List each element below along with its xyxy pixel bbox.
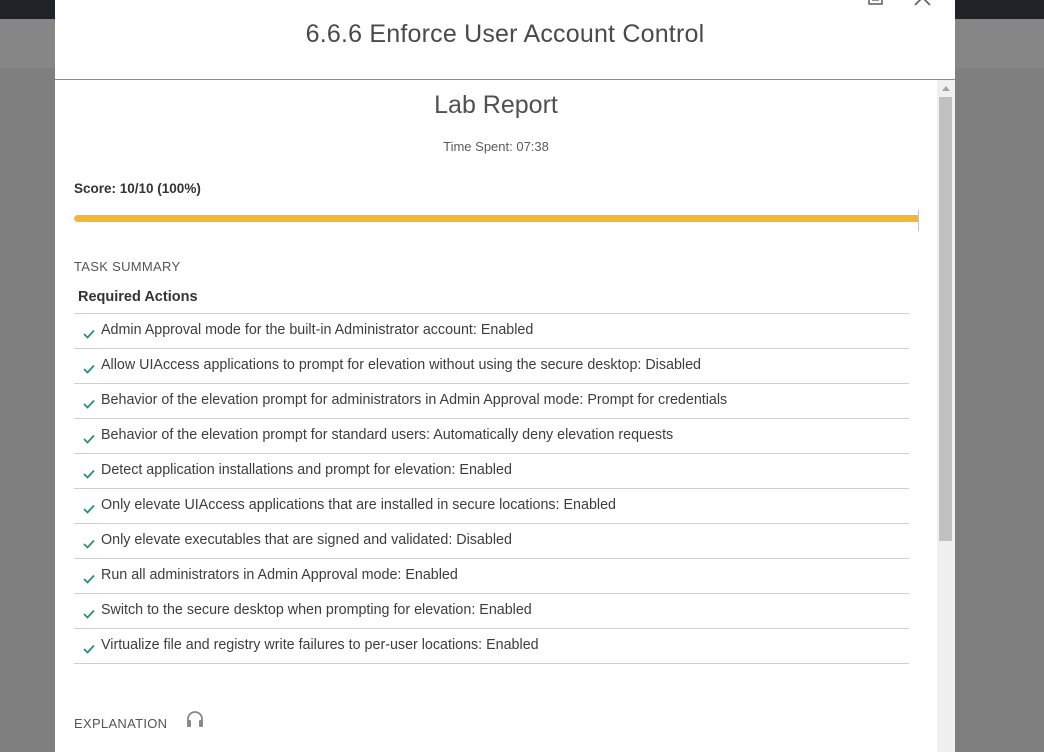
task-item: Behavior of the elevation prompt for adm… <box>74 383 909 418</box>
headphones-icon[interactable] <box>185 710 205 733</box>
score-progress-fill <box>74 215 918 222</box>
task-text: Only elevate UIAccess applications that … <box>101 497 616 513</box>
time-spent: Time Spent: 07:38 <box>443 139 549 154</box>
checkmark-icon <box>83 396 95 414</box>
task-text: Allow UIAccess applications to prompt fo… <box>101 357 701 373</box>
task-summary-heading: TASK SUMMARY <box>74 259 181 274</box>
task-item: Switch to the secure desktop when prompt… <box>74 593 909 628</box>
scrollbar-thumb[interactable] <box>939 97 952 541</box>
task-item: Run all administrators in Admin Approval… <box>74 558 909 593</box>
task-text: Virtualize file and registry write failu… <box>101 637 539 653</box>
report-title: Lab Report <box>434 91 558 119</box>
task-list: Admin Approval mode for the built-in Adm… <box>74 313 909 664</box>
task-item: Admin Approval mode for the built-in Adm… <box>74 313 909 348</box>
lab-report-modal: 6.6.6 Enforce User Account Control Lab R… <box>55 0 955 752</box>
task-text: Switch to the secure desktop when prompt… <box>101 602 532 618</box>
task-text: Behavior of the elevation prompt for adm… <box>101 392 728 408</box>
task-item: Allow UIAccess applications to prompt fo… <box>74 348 909 383</box>
task-text: Admin Approval mode for the built-in Adm… <box>101 322 534 338</box>
progress-end-marker <box>918 210 919 231</box>
scroll-up-arrow[interactable] <box>942 86 950 91</box>
required-actions-heading: Required Actions <box>78 289 198 305</box>
checkmark-icon <box>83 326 95 344</box>
report-content: Lab Report Time Spent: 07:38 Score: 10/1… <box>55 80 937 752</box>
task-text: Detect application installations and pro… <box>101 462 512 478</box>
task-text: Run all administrators in Admin Approval… <box>101 567 458 583</box>
task-item: Only elevate UIAccess applications that … <box>74 488 909 523</box>
task-text: Only elevate executables that are signed… <box>101 532 512 548</box>
task-item: Only elevate executables that are signed… <box>74 523 909 558</box>
task-text: Behavior of the elevation prompt for sta… <box>101 427 674 443</box>
modal-header: 6.6.6 Enforce User Account Control <box>55 0 955 80</box>
checkmark-icon <box>83 466 95 484</box>
close-icon[interactable] <box>913 0 933 13</box>
checkmark-icon <box>83 571 95 589</box>
checkmark-icon <box>83 431 95 449</box>
checkmark-icon <box>83 536 95 554</box>
score-label: Score: 10/10 (100%) <box>74 181 201 196</box>
score-progress-bar <box>74 215 918 222</box>
task-item: Virtualize file and registry write failu… <box>74 628 909 664</box>
report-scrollbar[interactable] <box>937 80 955 752</box>
task-item: Detect application installations and pro… <box>74 453 909 488</box>
print-icon[interactable] <box>865 0 887 13</box>
task-item: Behavior of the elevation prompt for sta… <box>74 418 909 453</box>
checkmark-icon <box>83 501 95 519</box>
explanation-heading: EXPLANATION <box>74 716 168 731</box>
checkmark-icon <box>83 606 95 624</box>
modal-title: 6.6.6 Enforce User Account Control <box>305 20 705 48</box>
checkmark-icon <box>83 641 95 659</box>
checkmark-icon <box>83 361 95 379</box>
